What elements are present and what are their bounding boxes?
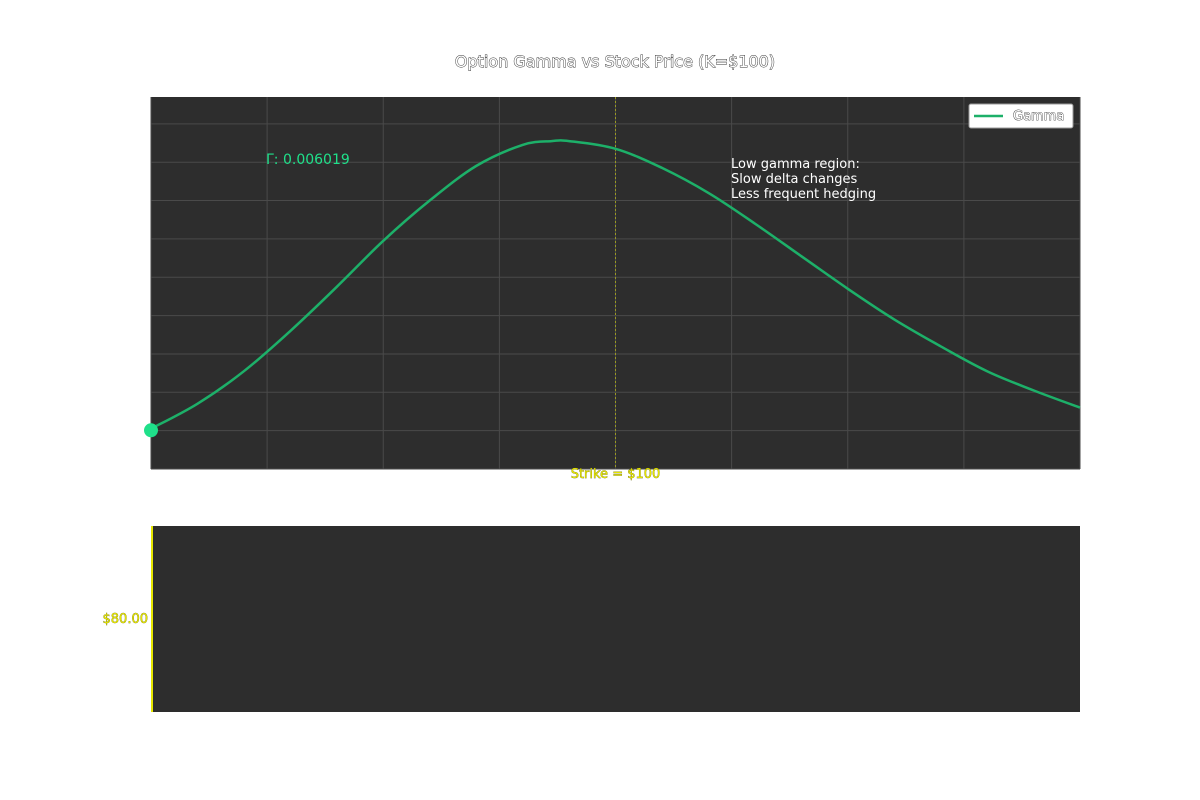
strike-label: Strike = $100 <box>571 467 661 482</box>
legend: Gamma <box>968 103 1074 129</box>
gamma-marker-point[interactable] <box>144 423 158 438</box>
chart-title: Option Gamma vs Stock Price (K=$100) <box>455 52 775 71</box>
gamma-chart: Option Gamma vs Stock Price (K=$100) Str… <box>102 52 1081 712</box>
legend-label-gamma: Gamma <box>1013 109 1064 124</box>
annotation-line-1: Low gamma region: <box>731 157 860 172</box>
annotation-line-2: Slow delta changes <box>731 172 857 187</box>
price-label: $80.00 <box>103 612 149 627</box>
gamma-readout: Γ: 0.006019 <box>266 152 350 168</box>
annotation-line-3: Less frequent hedging <box>731 187 876 202</box>
price-panel <box>151 526 1080 712</box>
